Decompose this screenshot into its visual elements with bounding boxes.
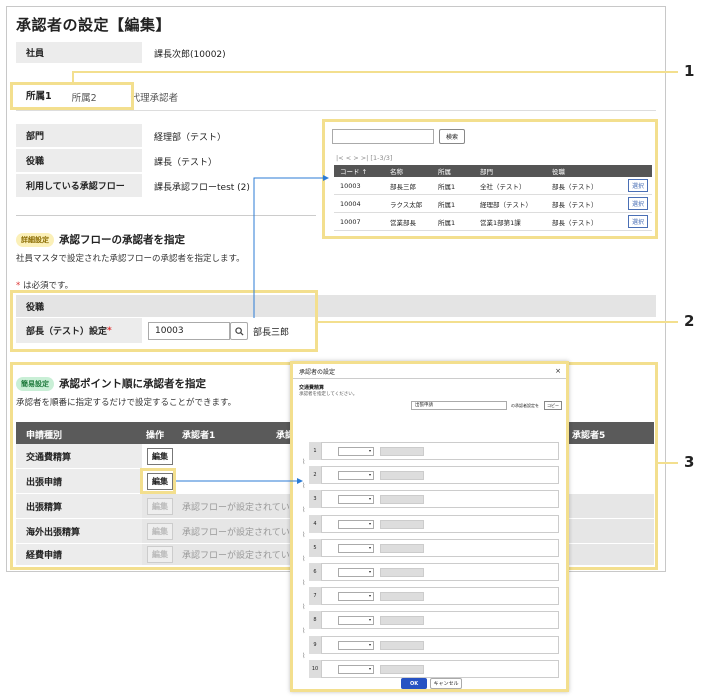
callout-line-1-drop (72, 71, 74, 83)
callout-number-2: 2 (684, 312, 695, 330)
callout-line-1 (72, 71, 678, 73)
callout-number-3: 3 (684, 453, 695, 471)
callout-line-3 (658, 462, 678, 464)
connector-arrows (176, 175, 329, 484)
callout-line-2 (318, 321, 678, 323)
callout-number-1: 1 (684, 62, 695, 80)
